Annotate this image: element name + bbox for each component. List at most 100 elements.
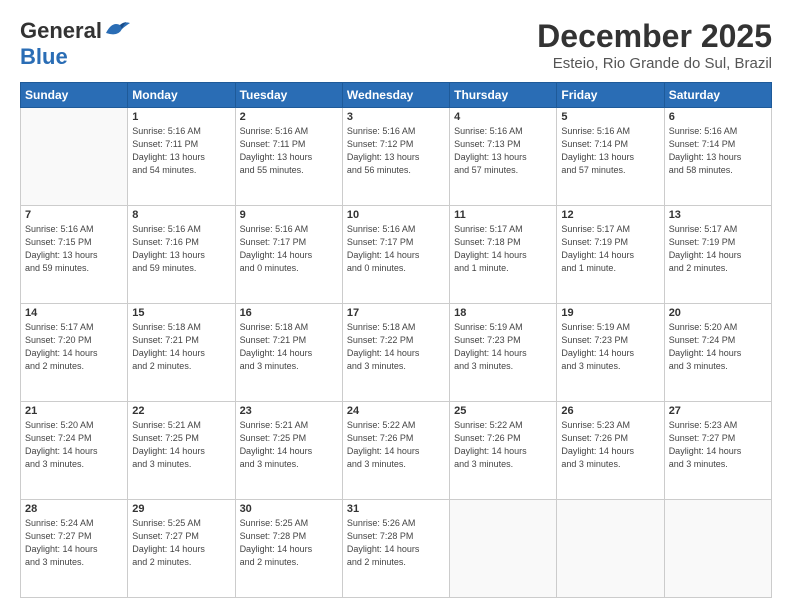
day-number: 28 (25, 503, 123, 515)
table-row: 26 Sunrise: 5:23 AMSunset: 7:26 PMDayligh… (557, 402, 664, 500)
table-row: 28 Sunrise: 5:24 AMSunset: 7:27 PMDayligh… (21, 500, 128, 598)
day-number: 20 (669, 307, 767, 319)
table-row (664, 500, 771, 598)
table-row: 10 Sunrise: 5:16 AMSunset: 7:17 PMDayligh… (342, 206, 449, 304)
table-row: 1Sunrise: 5:16 AMSunset: 7:11 PMDaylight… (128, 108, 235, 206)
day-info: Sunrise: 5:16 AMSunset: 7:14 PMDaylight:… (561, 125, 659, 177)
day-info: Sunrise: 5:16 AMSunset: 7:17 PMDaylight:… (347, 223, 445, 275)
calendar-week-row: 7 Sunrise: 5:16 AMSunset: 7:15 PMDaylight… (21, 206, 772, 304)
day-number: 13 (669, 209, 767, 221)
calendar-week-row: 14 Sunrise: 5:17 AMSunset: 7:20 PMDayligh… (21, 304, 772, 402)
day-number: 26 (561, 405, 659, 417)
table-row: 19Sunrise: 5:19 AMSunset: 7:23 PMDayligh… (557, 304, 664, 402)
col-sunday: Sunday (21, 83, 128, 108)
day-info: Sunrise: 5:16 AMSunset: 7:14 PMDaylight:… (669, 125, 767, 177)
day-info: Sunrise: 5:24 AMSunset: 7:27 PMDaylight:… (25, 517, 123, 569)
day-number: 10 (347, 209, 445, 221)
table-row: 29Sunrise: 5:25 AMSunset: 7:27 PMDayligh… (128, 500, 235, 598)
day-info: Sunrise: 5:19 AMSunset: 7:23 PMDaylight:… (454, 321, 552, 373)
title-section: December 2025 Esteio, Rio Grande do Sul,… (537, 18, 772, 72)
day-number: 9 (240, 209, 338, 221)
table-row: 15 Sunrise: 5:18 AMSunset: 7:21 PMDayligh… (128, 304, 235, 402)
day-number: 14 (25, 307, 123, 319)
col-wednesday: Wednesday (342, 83, 449, 108)
day-info: Sunrise: 5:20 AMSunset: 7:24 PMDaylight:… (25, 419, 123, 471)
table-row: 7 Sunrise: 5:16 AMSunset: 7:15 PMDaylight… (21, 206, 128, 304)
logo: General Blue (20, 18, 130, 70)
col-saturday: Saturday (664, 83, 771, 108)
table-row: 8 Sunrise: 5:16 AMSunset: 7:16 PMDaylight… (128, 206, 235, 304)
table-row: 27Sunrise: 5:23 AMSunset: 7:27 PMDayligh… (664, 402, 771, 500)
table-row: 2 Sunrise: 5:16 AMSunset: 7:11 PMDaylight… (235, 108, 342, 206)
table-row: 16 Sunrise: 5:18 AMSunset: 7:21 PMDayligh… (235, 304, 342, 402)
day-number: 1 (132, 111, 230, 123)
day-number: 4 (454, 111, 552, 123)
day-info: Sunrise: 5:23 AMSunset: 7:26 PMDaylight:… (561, 419, 659, 471)
day-info: Sunrise: 5:26 AMSunset: 7:28 PMDaylight:… (347, 517, 445, 569)
day-info: Sunrise: 5:17 AMSunset: 7:20 PMDaylight:… (25, 321, 123, 373)
day-info: Sunrise: 5:22 AMSunset: 7:26 PMDaylight:… (347, 419, 445, 471)
table-row: 13Sunrise: 5:17 AMSunset: 7:19 PMDayligh… (664, 206, 771, 304)
col-thursday: Thursday (450, 83, 557, 108)
table-row: 20 Sunrise: 5:20 AMSunset: 7:24 PMDayligh… (664, 304, 771, 402)
day-number: 11 (454, 209, 552, 221)
month-title: December 2025 (537, 18, 772, 55)
day-info: Sunrise: 5:17 AMSunset: 7:19 PMDaylight:… (561, 223, 659, 275)
calendar-week-row: 21Sunrise: 5:20 AMSunset: 7:24 PMDayligh… (21, 402, 772, 500)
day-info: Sunrise: 5:16 AMSunset: 7:15 PMDaylight:… (25, 223, 123, 275)
day-number: 8 (132, 209, 230, 221)
day-number: 18 (454, 307, 552, 319)
day-number: 3 (347, 111, 445, 123)
day-info: Sunrise: 5:18 AMSunset: 7:21 PMDaylight:… (132, 321, 230, 373)
day-info: Sunrise: 5:25 AMSunset: 7:27 PMDaylight:… (132, 517, 230, 569)
day-number: 15 (132, 307, 230, 319)
table-row (450, 500, 557, 598)
table-row: 4Sunrise: 5:16 AMSunset: 7:13 PMDaylight… (450, 108, 557, 206)
day-number: 27 (669, 405, 767, 417)
day-number: 12 (561, 209, 659, 221)
table-row: 23 Sunrise: 5:21 AMSunset: 7:25 PMDayligh… (235, 402, 342, 500)
table-row: 18 Sunrise: 5:19 AMSunset: 7:23 PMDayligh… (450, 304, 557, 402)
day-number: 7 (25, 209, 123, 221)
day-info: Sunrise: 5:18 AMSunset: 7:21 PMDaylight:… (240, 321, 338, 373)
table-row: 17 Sunrise: 5:18 AMSunset: 7:22 PMDayligh… (342, 304, 449, 402)
day-number: 31 (347, 503, 445, 515)
day-info: Sunrise: 5:21 AMSunset: 7:25 PMDaylight:… (132, 419, 230, 471)
table-row: 3 Sunrise: 5:16 AMSunset: 7:12 PMDaylight… (342, 108, 449, 206)
day-info: Sunrise: 5:20 AMSunset: 7:24 PMDaylight:… (669, 321, 767, 373)
day-number: 17 (347, 307, 445, 319)
table-row: 22 Sunrise: 5:21 AMSunset: 7:25 PMDayligh… (128, 402, 235, 500)
day-number: 30 (240, 503, 338, 515)
table-row: 30 Sunrise: 5:25 AMSunset: 7:28 PMDayligh… (235, 500, 342, 598)
day-number: 22 (132, 405, 230, 417)
table-row: 9 Sunrise: 5:16 AMSunset: 7:17 PMDaylight… (235, 206, 342, 304)
day-number: 16 (240, 307, 338, 319)
logo-bird-icon (104, 19, 130, 39)
day-info: Sunrise: 5:16 AMSunset: 7:16 PMDaylight:… (132, 223, 230, 275)
logo-general: General (20, 18, 102, 44)
table-row: 5Sunrise: 5:16 AMSunset: 7:14 PMDaylight… (557, 108, 664, 206)
table-row (557, 500, 664, 598)
table-row: 6Sunrise: 5:16 AMSunset: 7:14 PMDaylight… (664, 108, 771, 206)
calendar-table: Sunday Monday Tuesday Wednesday Thursday… (20, 82, 772, 598)
day-info: Sunrise: 5:19 AMSunset: 7:23 PMDaylight:… (561, 321, 659, 373)
page: General Blue December 2025 Esteio, Rio G… (0, 0, 792, 612)
table-row: 24 Sunrise: 5:22 AMSunset: 7:26 PMDayligh… (342, 402, 449, 500)
day-info: Sunrise: 5:18 AMSunset: 7:22 PMDaylight:… (347, 321, 445, 373)
day-info: Sunrise: 5:16 AMSunset: 7:12 PMDaylight:… (347, 125, 445, 177)
table-row: 25Sunrise: 5:22 AMSunset: 7:26 PMDayligh… (450, 402, 557, 500)
table-row: 31 Sunrise: 5:26 AMSunset: 7:28 PMDayligh… (342, 500, 449, 598)
day-number: 25 (454, 405, 552, 417)
calendar-week-row: 1 Sunrise: 5:16 AMSunset: 7:11 PMDaylight… (21, 108, 772, 206)
day-number: 24 (347, 405, 445, 417)
day-info: Sunrise: 5:25 AMSunset: 7:28 PMDaylight:… (240, 517, 338, 569)
col-friday: Friday (557, 83, 664, 108)
day-info: Sunrise: 5:21 AMSunset: 7:25 PMDaylight:… (240, 419, 338, 471)
table-row: 21Sunrise: 5:20 AMSunset: 7:24 PMDayligh… (21, 402, 128, 500)
day-number: 2 (240, 111, 338, 123)
day-number: 23 (240, 405, 338, 417)
day-info: Sunrise: 5:16 AMSunset: 7:17 PMDaylight:… (240, 223, 338, 275)
header: General Blue December 2025 Esteio, Rio G… (20, 18, 772, 72)
header-row: Sunday Monday Tuesday Wednesday Thursday… (21, 83, 772, 108)
day-info: Sunrise: 5:16 AMSunset: 7:11 PMDaylight:… (240, 125, 338, 177)
